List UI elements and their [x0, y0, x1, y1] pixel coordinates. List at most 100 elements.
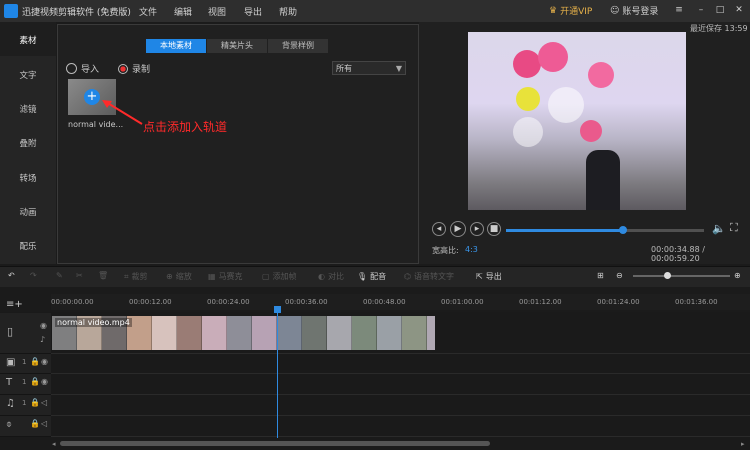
fit-icon[interactable]: ⊞: [597, 271, 604, 280]
eye-icon[interactable]: ◉: [41, 377, 48, 386]
speech-to-text-tool[interactable]: ⌬ 语音转文字: [404, 271, 454, 282]
clip-frame: [327, 316, 352, 350]
scissors-icon[interactable]: ✂: [76, 271, 83, 280]
music-track[interactable]: [51, 395, 750, 416]
minimize-icon[interactable]: –: [694, 3, 708, 17]
eye-icon[interactable]: ◉: [41, 357, 48, 366]
clip-frame: [277, 316, 302, 350]
menu-file[interactable]: 文件: [139, 5, 157, 18]
track-number: 1: [22, 358, 27, 366]
timecode: 00:00:34.88 / 00:00:59.20: [651, 245, 705, 263]
clip-frame: [202, 316, 227, 350]
aspect-ratio-value[interactable]: 4:3: [465, 245, 478, 254]
next-frame-button[interactable]: ▸: [470, 222, 484, 236]
mosaic-icon: ▦: [208, 272, 216, 281]
music-track-icon: ♫: [6, 398, 15, 409]
close-icon[interactable]: ✕: [732, 3, 746, 17]
user-icon: ☺: [610, 5, 620, 16]
balloon: [513, 117, 543, 147]
clip-frame: [252, 316, 277, 350]
balloon: [588, 62, 614, 88]
undo-icon[interactable]: ↶: [8, 271, 15, 280]
mosaic-tool[interactable]: ▦ 马赛克: [208, 271, 243, 282]
horizontal-scrollbar[interactable]: [60, 441, 490, 446]
audio-icon[interactable]: ♪: [40, 335, 45, 344]
fullscreen-icon[interactable]: ⛶: [730, 221, 738, 235]
zoom-slider[interactable]: [633, 275, 730, 277]
lock-icon[interactable]: 🔒: [30, 377, 40, 386]
menu-edit[interactable]: 编辑: [174, 5, 192, 18]
picture-track[interactable]: [51, 354, 750, 374]
maximize-icon[interactable]: □: [713, 3, 727, 17]
volume-icon[interactable]: 🔈: [712, 222, 726, 235]
menu-export[interactable]: 导出: [244, 5, 262, 18]
clip-frame: [402, 316, 427, 350]
tick-label: 00:01:00.00: [441, 298, 484, 306]
zoom-in-icon[interactable]: ⊕: [734, 271, 741, 280]
zoom-tool[interactable]: ⊕ 缩放: [166, 271, 192, 282]
zoom-out-icon[interactable]: ⊖: [616, 271, 623, 280]
clip-frame: [227, 316, 252, 350]
picture-track-header: ▣ 1 🔒 ◉: [0, 354, 51, 374]
speaker-icon[interactable]: ◁: [41, 419, 47, 428]
progress-knob[interactable]: [618, 226, 627, 234]
menu-help[interactable]: 帮助: [279, 5, 297, 18]
login-button[interactable]: ☺ 账号登录: [610, 4, 658, 18]
tab-intros[interactable]: 精美片头: [207, 39, 267, 53]
tick-label: 00:00:00.00: [51, 298, 94, 306]
sidebar-item-animation[interactable]: 动画: [0, 206, 56, 218]
sidebar-item-material[interactable]: 素材: [0, 34, 56, 46]
balloon: [580, 120, 602, 142]
filter-dropdown[interactable]: 所有 ▼: [332, 61, 406, 75]
lock-icon[interactable]: 🔒: [30, 357, 40, 366]
tab-local-media[interactable]: 本地素材: [146, 39, 206, 53]
scroll-right-icon[interactable]: ▸: [741, 440, 745, 448]
sidebar-item-text[interactable]: 文字: [0, 69, 56, 81]
redo-icon[interactable]: ↷: [30, 271, 37, 280]
sidebar-item-overlay[interactable]: 叠附: [0, 137, 56, 149]
lock-icon[interactable]: 🔒: [30, 419, 40, 428]
track-number: 1: [22, 378, 27, 386]
add-frame-tool[interactable]: ▢ 添加帧: [262, 271, 297, 282]
text-track[interactable]: [51, 374, 750, 395]
export-tool[interactable]: ⇱ 导出: [476, 271, 502, 282]
import-button[interactable]: 导入: [66, 62, 99, 75]
play-button[interactable]: ▶: [450, 221, 466, 237]
voiceover-tool[interactable]: 🎙 配音: [357, 271, 386, 282]
stop-button[interactable]: ■: [487, 222, 501, 236]
vip-button[interactable]: ♛ 开通VIP: [549, 4, 592, 18]
chevron-down-icon: ▼: [395, 64, 402, 73]
speaker-icon[interactable]: ◁: [41, 398, 47, 407]
delete-icon[interactable]: 🗑: [98, 271, 108, 280]
music-track-header: ♫ 1 🔒 ◁: [0, 395, 51, 416]
text-track-header: T 1 🔒 ◉: [0, 374, 51, 395]
contrast-tool[interactable]: ◐ 对比: [318, 271, 344, 282]
tab-backgrounds[interactable]: 背景样例: [268, 39, 328, 53]
zoom-slider-knob[interactable]: [663, 272, 671, 279]
prev-frame-button[interactable]: ◂: [432, 222, 446, 236]
hint-text: 点击添加入轨道: [143, 120, 228, 134]
scroll-left-icon[interactable]: ◂: [52, 440, 56, 448]
voice-track[interactable]: [51, 416, 750, 437]
clip-frame: [302, 316, 327, 350]
media-panel: [57, 24, 419, 264]
tick-label: 00:01:24.00: [597, 298, 640, 306]
microphone-icon: 🎙: [357, 272, 368, 281]
sidebar-item-music[interactable]: 配乐: [0, 240, 56, 252]
edit-icon[interactable]: ✎: [56, 271, 63, 280]
menu-icon[interactable]: ≡: [672, 3, 686, 17]
crop-tool[interactable]: ⌗ 裁剪: [124, 271, 148, 282]
add-to-track-icon[interactable]: +: [84, 89, 100, 105]
sidebar-item-filter[interactable]: 滤镜: [0, 103, 56, 115]
sidebar-item-transition[interactable]: 转场: [0, 172, 56, 184]
lock-icon[interactable]: 🔒: [30, 398, 40, 407]
record-button[interactable]: 录制: [118, 62, 150, 75]
track-menu-icon[interactable]: ≡+: [6, 299, 23, 310]
progress-fill: [506, 229, 623, 232]
menu-view[interactable]: 视图: [208, 5, 226, 18]
eye-icon[interactable]: ◉: [40, 321, 47, 330]
playhead[interactable]: [277, 306, 278, 438]
video-preview: [468, 32, 686, 210]
contrast-icon: ◐: [318, 272, 325, 281]
voice-track-icon: ⌽: [6, 419, 12, 430]
